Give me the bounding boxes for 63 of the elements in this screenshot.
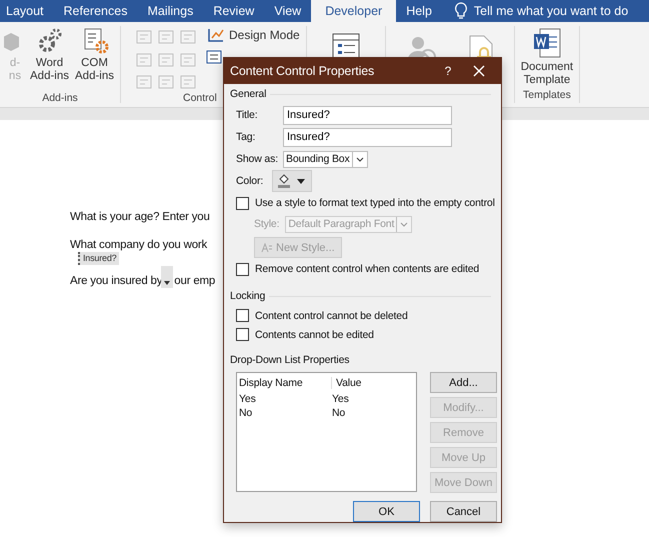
checkbox-label: Use a style to format text typed into the empty control	[255, 197, 495, 209]
tell-me-search[interactable]: Tell me what you want to do	[474, 0, 628, 22]
dialog-title: Content Control Properties	[230, 64, 376, 78]
section-heading: General	[230, 88, 266, 100]
checkbox[interactable]	[236, 328, 249, 341]
content-control-title[interactable]: Insured?	[78, 252, 120, 265]
field-label: Show as:	[236, 153, 279, 165]
column-header[interactable]: Value	[335, 376, 362, 388]
dropdown-arrow-icon	[163, 280, 172, 286]
dialog-button[interactable]: OK	[353, 501, 420, 522]
group-label: Control	[183, 92, 217, 106]
ribbon-tab[interactable]: Developer	[311, 0, 396, 22]
checkbox[interactable]	[236, 262, 249, 276]
tag-field[interactable]: Insured?	[283, 128, 452, 146]
paint-bucket-icon	[277, 174, 291, 188]
section-heading: Drop-Down List Properties	[230, 354, 350, 366]
checkbox-label: Remove content control when contents are edited	[255, 263, 480, 275]
dropdown-arrow-icon	[297, 178, 305, 184]
ribbon-tab[interactable]: References	[54, 0, 138, 22]
checkbox-label: Contents cannot be edited	[255, 328, 374, 340]
list-cell-text: No	[238, 407, 254, 419]
word-document-icon	[532, 27, 562, 59]
ribbon-tab[interactable]: Mailings	[137, 0, 204, 22]
color-picker-button[interactable]	[272, 170, 312, 192]
style-icon	[261, 242, 273, 252]
design-mode-button[interactable]: Design Mode	[205, 25, 302, 45]
ribbon-tab[interactable]: Layout	[0, 0, 54, 22]
list-box[interactable]: Display Name Value Yes Yes No No	[236, 372, 417, 492]
chevron-down-icon	[356, 156, 364, 162]
list-cell: Yes	[331, 393, 349, 405]
section-heading: Locking	[230, 290, 266, 302]
add-ins-button[interactable]: Word Add-ins	[28, 25, 71, 92]
chart-ruler-icon	[207, 27, 225, 43]
checkbox[interactable]	[236, 309, 249, 322]
ribbon-tab[interactable]: Help	[396, 0, 442, 22]
group-label: Templates	[523, 89, 571, 103]
close-icon[interactable]	[473, 65, 485, 77]
field-label: Color:	[236, 175, 264, 187]
title-field[interactable]: Insured?	[283, 106, 452, 124]
content-control[interactable]	[161, 266, 174, 288]
ribbon-tab[interactable]: Review	[203, 0, 264, 22]
list-cell: No	[331, 407, 346, 419]
document-text: What company do you work	[70, 238, 208, 252]
checkbox[interactable]	[236, 196, 249, 210]
checkbox-label: Content control cannot be deleted	[255, 310, 408, 322]
show-as-dropdown[interactable]: Bounding Box	[283, 150, 368, 168]
list-action-button[interactable]: Add...	[430, 372, 497, 393]
column-header[interactable]: Display Name	[237, 376, 332, 388]
chevron-down-icon	[400, 222, 408, 226]
group-label: Add-ins	[42, 92, 78, 106]
document-text: our emp	[174, 274, 216, 288]
help-button[interactable]: ?	[433, 63, 463, 79]
add-ins-button[interactable]: COM Add-ins	[73, 25, 116, 92]
properties-icon[interactable]	[205, 49, 223, 65]
document-template-button[interactable]: Document Template	[518, 25, 576, 89]
lightbulb-icon	[454, 2, 468, 20]
field-label: Title:	[236, 109, 258, 121]
ribbon-tab[interactable]: View	[264, 0, 312, 22]
document-text: What is your age? Enter you	[70, 210, 210, 224]
field-label: Tag:	[236, 131, 256, 143]
field-label: Style:	[254, 218, 280, 230]
list-cell-text: Yes	[238, 393, 257, 405]
dialog-button[interactable]: Cancel	[430, 501, 497, 522]
